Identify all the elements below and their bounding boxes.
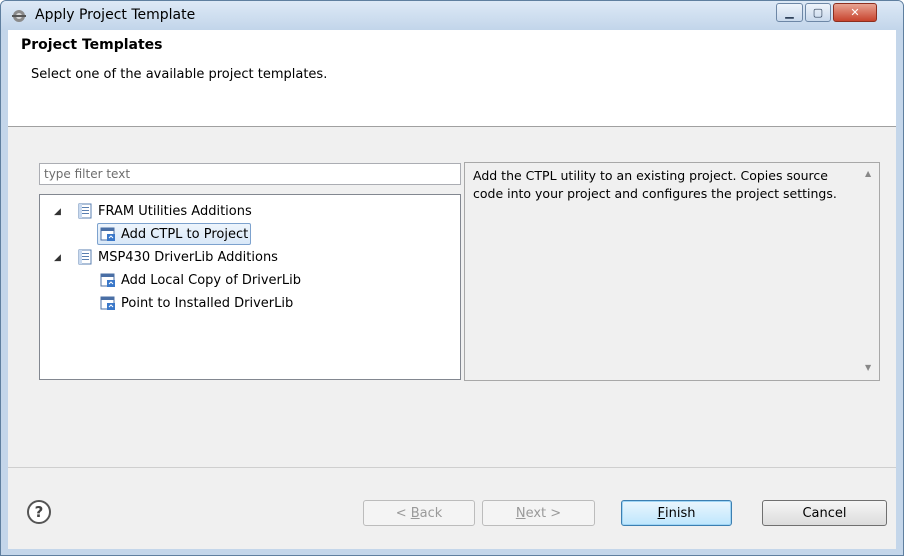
- template-group-icon: [77, 249, 93, 265]
- tree-item-point-installed-driverlib[interactable]: Point to Installed DriverLib: [100, 293, 293, 313]
- template-description-text: Add the CTPL utility to an existing proj…: [473, 168, 837, 201]
- minimize-icon: ▁: [785, 6, 794, 19]
- dialog-window: Apply Project Template ▁ ▢ ✕ Project Tem…: [0, 0, 904, 556]
- tree-item-add-local-driverlib[interactable]: Add Local Copy of DriverLib: [100, 270, 301, 290]
- back-button-mnemonic: B: [410, 505, 420, 521]
- description-scrollbar[interactable]: ▲ ▼: [862, 163, 879, 380]
- close-icon: ✕: [850, 6, 860, 19]
- tree-item-label: Add CTPL to Project: [121, 226, 249, 242]
- tree-group-fram[interactable]: ◢ FRAM Utilities Additions: [54, 201, 252, 221]
- scroll-down-arrow-icon[interactable]: ▼: [865, 363, 871, 372]
- help-icon[interactable]: ?: [27, 500, 51, 524]
- eclipse-app-icon: [12, 10, 26, 22]
- page-title: Project Templates: [21, 37, 163, 53]
- back-button-prefix: <: [395, 505, 411, 521]
- next-button[interactable]: Next >: [482, 500, 595, 526]
- page-description: Select one of the available project temp…: [31, 67, 328, 82]
- back-button-label: ack: [419, 505, 443, 521]
- tree-item-label: Point to Installed DriverLib: [121, 295, 294, 311]
- finish-button-label: inish: [665, 505, 696, 521]
- template-description-pane: Add the CTPL utility to an existing proj…: [464, 162, 880, 381]
- template-item-icon: [100, 295, 116, 311]
- template-item-icon: [100, 226, 116, 242]
- tree-group-driverlib[interactable]: ◢ MSP430 DriverLib Additions: [54, 247, 278, 267]
- window-title: Apply Project Template: [35, 7, 196, 23]
- dialog-content: Project Templates Select one of the avai…: [8, 30, 896, 549]
- wizard-body: ◢ FRAM Utilities Additions Add CTPL to P…: [8, 127, 896, 467]
- close-button[interactable]: ✕: [833, 3, 877, 22]
- template-group-icon: [77, 203, 93, 219]
- filter-input[interactable]: [39, 163, 461, 185]
- expand-triangle-icon[interactable]: ◢: [54, 254, 62, 263]
- tree-item-add-ctpl[interactable]: Add CTPL to Project: [97, 223, 252, 245]
- cancel-button-label: Cancel: [802, 505, 847, 521]
- template-tree[interactable]: ◢ FRAM Utilities Additions Add CTPL to P…: [39, 194, 461, 380]
- tree-group-label: FRAM Utilities Additions: [98, 203, 252, 219]
- next-button-mnemonic: N: [515, 505, 526, 521]
- tree-item-label: Add Local Copy of DriverLib: [121, 272, 302, 288]
- cancel-button[interactable]: Cancel: [762, 500, 887, 526]
- next-button-label: ext >: [525, 505, 562, 521]
- finish-button-mnemonic: F: [657, 505, 665, 521]
- title-bar[interactable]: Apply Project Template ▁ ▢ ✕: [1, 1, 903, 30]
- template-item-icon: [100, 272, 116, 288]
- minimize-button[interactable]: ▁: [776, 3, 803, 22]
- scroll-up-arrow-icon[interactable]: ▲: [865, 169, 871, 178]
- wizard-header: Project Templates Select one of the avai…: [8, 30, 896, 127]
- finish-button[interactable]: Finish: [621, 500, 732, 526]
- back-button[interactable]: < Back: [363, 500, 475, 526]
- footer-divider: [8, 467, 896, 468]
- maximize-button[interactable]: ▢: [805, 3, 831, 22]
- expand-triangle-icon[interactable]: ◢: [54, 208, 62, 217]
- tree-group-label: MSP430 DriverLib Additions: [98, 249, 278, 265]
- maximize-icon: ▢: [812, 6, 824, 19]
